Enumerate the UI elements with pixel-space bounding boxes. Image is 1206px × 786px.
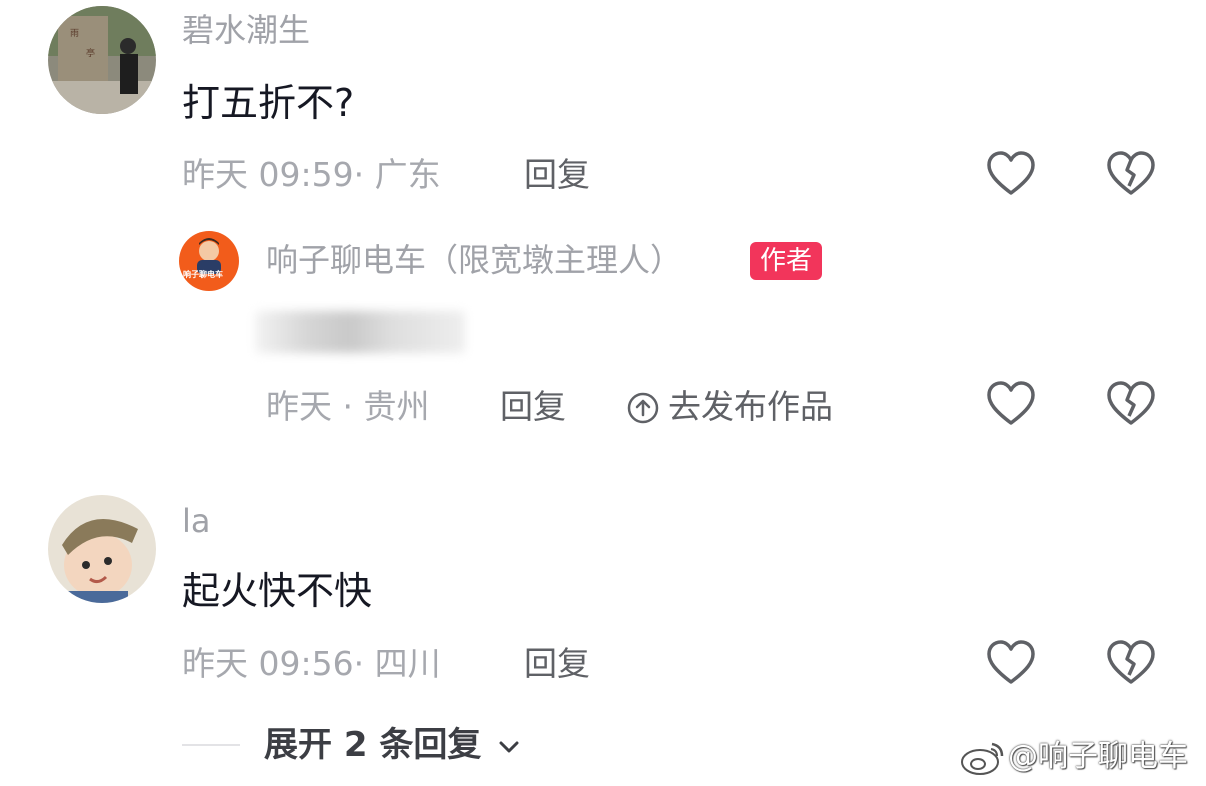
comment-username[interactable]: 碧水潮生 — [182, 14, 310, 46]
comment-text: 打五折不? — [182, 81, 355, 125]
reply-timestamp-location: 昨天 · 贵州 — [266, 387, 430, 426]
author-username[interactable]: 响子聊电车（限宽墩主理人） — [266, 244, 682, 276]
user-avatar[interactable]: 雨 亭 — [48, 6, 156, 114]
author-avatar[interactable]: 响子聊电车 — [179, 231, 239, 291]
expand-divider — [182, 744, 240, 746]
watermark-text: @响子聊电车 — [1008, 739, 1188, 774]
avatar-photo — [48, 495, 156, 603]
comment-timestamp-location: 昨天 09:56· 四川 — [182, 644, 441, 683]
author-avatar-image — [197, 238, 221, 274]
author-badge: 作者 — [750, 242, 823, 280]
comment-item: la 起火快不快 昨天 09:56· 四川 回复 展开 2 条回复 — [0, 490, 1206, 780]
svg-text:亭: 亭 — [86, 47, 95, 59]
reply-button[interactable]: 回复 — [524, 158, 590, 191]
blurred-reply-text — [255, 311, 465, 353]
publish-work-label: 去发布作品 — [668, 387, 833, 426]
heart-outline-icon[interactable] — [985, 637, 1037, 689]
upload-circle-icon — [627, 392, 659, 424]
broken-heart-icon[interactable] — [1105, 378, 1157, 430]
comment-text: 起火快不快 — [182, 569, 373, 613]
author-avatar-label: 响子聊电车 — [183, 270, 223, 279]
expand-replies-label: 展开 2 条回复 — [264, 725, 482, 765]
chevron-down-icon — [499, 741, 519, 753]
heart-outline-icon[interactable] — [985, 148, 1037, 200]
reply-button[interactable]: 回复 — [524, 647, 590, 680]
broken-heart-icon[interactable] — [1105, 637, 1157, 689]
comment-username[interactable]: la — [182, 505, 211, 537]
comment-timestamp-location: 昨天 09:59· 广东 — [182, 155, 441, 194]
broken-heart-icon[interactable] — [1105, 148, 1157, 200]
svg-text:雨: 雨 — [70, 28, 79, 39]
comment-item: 雨 亭 碧水潮生 打五折不? 昨天 09:59· 广东 回复 — [0, 0, 1206, 230]
heart-outline-icon[interactable] — [985, 378, 1037, 430]
avatar-photo: 雨 亭 — [48, 6, 156, 114]
user-avatar[interactable] — [48, 495, 156, 603]
reply-button[interactable]: 回复 — [500, 390, 566, 423]
weibo-icon — [961, 742, 1004, 775]
author-reply-item: 响子聊电车 响子聊电车（限宽墩主理人） 作者 昨天 · 贵州 回复 去发布作品 — [0, 225, 1206, 445]
